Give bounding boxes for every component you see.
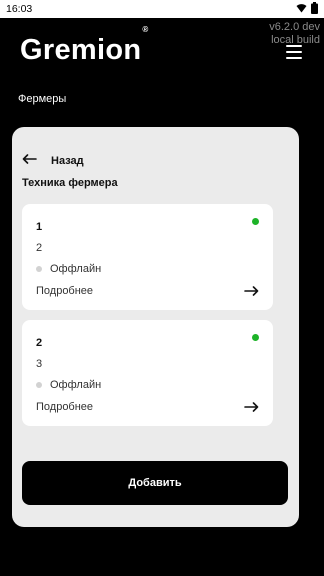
arrow-right-icon[interactable] <box>244 283 259 301</box>
status-icons <box>296 2 318 17</box>
hamburger-menu-icon[interactable] <box>286 45 302 59</box>
equipment-card[interactable]: 2 3 Оффлайн Подробнее <box>22 320 273 426</box>
build-version: v6.2.0 dev <box>269 21 320 33</box>
offline-dot-icon <box>36 382 42 388</box>
section-title: Техника фермера <box>22 177 118 189</box>
battery-icon <box>311 2 318 17</box>
status-bar: 16:03 <box>0 0 324 18</box>
status-label: Оффлайн <box>50 263 102 275</box>
back-button[interactable]: Назад <box>22 154 84 167</box>
breadcrumb[interactable]: Фермеры <box>18 93 66 105</box>
trademark-mark: ® <box>142 25 149 35</box>
details-link[interactable]: Подробнее <box>36 401 93 413</box>
online-indicator-dot <box>252 334 259 341</box>
wifi-icon <box>296 3 307 16</box>
online-indicator-dot <box>252 218 259 225</box>
status-label: Оффлайн <box>50 379 102 391</box>
status-time: 16:03 <box>6 3 33 15</box>
equipment-status: Оффлайн <box>36 263 101 275</box>
equipment-value: 2 <box>36 242 43 254</box>
equipment-name: 1 <box>36 221 43 233</box>
details-link[interactable]: Подробнее <box>36 285 93 297</box>
farmer-equipment-panel: Назад Техника фермера 1 2 Оффлайн Подроб… <box>12 127 299 527</box>
logo-text: Gremion <box>20 34 142 66</box>
equipment-card[interactable]: 1 2 Оффлайн Подробнее <box>22 204 273 310</box>
equipment-status: Оффлайн <box>36 379 101 391</box>
equipment-name: 2 <box>36 337 43 349</box>
arrow-right-icon[interactable] <box>244 399 259 417</box>
offline-dot-icon <box>36 266 42 272</box>
equipment-value: 3 <box>36 358 43 370</box>
back-label: Назад <box>51 154 84 167</box>
arrow-left-icon <box>22 154 37 167</box>
add-button[interactable]: Добавить <box>22 461 288 505</box>
build-info: v6.2.0 dev local build <box>269 21 320 47</box>
app-logo: Gremion® <box>20 25 149 67</box>
